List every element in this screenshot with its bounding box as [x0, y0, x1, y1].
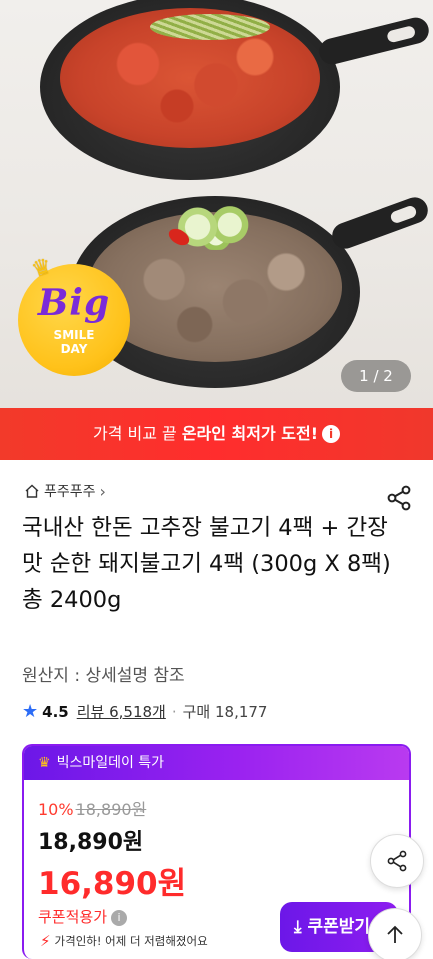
- share-icon[interactable]: [384, 483, 414, 513]
- floating-share-button[interactable]: [370, 834, 424, 888]
- discount-row: 10% 18,890원: [38, 796, 146, 820]
- big-smile-day-badge: ♛ Big SMILE DAY: [18, 254, 130, 376]
- rating-row: ★ 4.5 리뷰 6,518개 · 구매 18,177: [22, 701, 268, 722]
- product-title: 국내산 한돈 고추장 불고기 4팩 + 간장맛 순한 돼지불고기 4팩 (300…: [22, 515, 391, 613]
- purchase-count: 구매 18,177: [182, 703, 268, 721]
- price-drop-notice: ⚡ 가격인하! 어제 더 저렴해졌어요: [40, 932, 208, 950]
- sale-price: 18,890원: [38, 830, 144, 855]
- big-smile-deal-box: ♛ 빅스마일데이 특가 10% 18,890원 18,890원 16,890원 쿠폰…: [22, 744, 411, 959]
- lowest-price-banner[interactable]: 가격 비교 끝 온라인 최저가 도전! i: [0, 408, 433, 460]
- store-name: 푸주푸주: [44, 484, 96, 500]
- store-link[interactable]: 푸주푸주 ›: [24, 481, 106, 501]
- original-price: 18,890원: [75, 800, 147, 819]
- product-image-carousel[interactable]: ♛ Big SMILE DAY 1 / 2: [0, 0, 433, 408]
- chevron-right-icon: ›: [99, 481, 106, 501]
- download-icon: ⤓: [294, 917, 302, 937]
- rating-score: 4.5: [42, 702, 69, 721]
- coupon-price: 16,890원: [38, 866, 187, 902]
- scroll-to-top-button[interactable]: [368, 908, 422, 959]
- crown-icon: ♛: [28, 253, 56, 284]
- share-icon: [387, 850, 407, 872]
- home-icon: [25, 484, 39, 498]
- info-icon[interactable]: i: [111, 910, 128, 926]
- info-icon[interactable]: i: [322, 425, 341, 443]
- discount-percent: 10%: [38, 800, 74, 819]
- lightning-icon: ⚡: [40, 932, 51, 950]
- coupon-price-label: 쿠폰적용가 i: [38, 906, 128, 927]
- reviews-link[interactable]: 리뷰 6,518개: [77, 701, 166, 722]
- arrow-up-icon: [387, 925, 403, 943]
- crown-icon: ♛: [38, 755, 51, 771]
- image-pager: 1 / 2: [341, 360, 411, 392]
- origin-info: 원산지 : 상세설명 참조: [22, 666, 185, 686]
- star-icon: ★: [22, 701, 39, 722]
- deal-header: ♛ 빅스마일데이 특가: [24, 746, 409, 780]
